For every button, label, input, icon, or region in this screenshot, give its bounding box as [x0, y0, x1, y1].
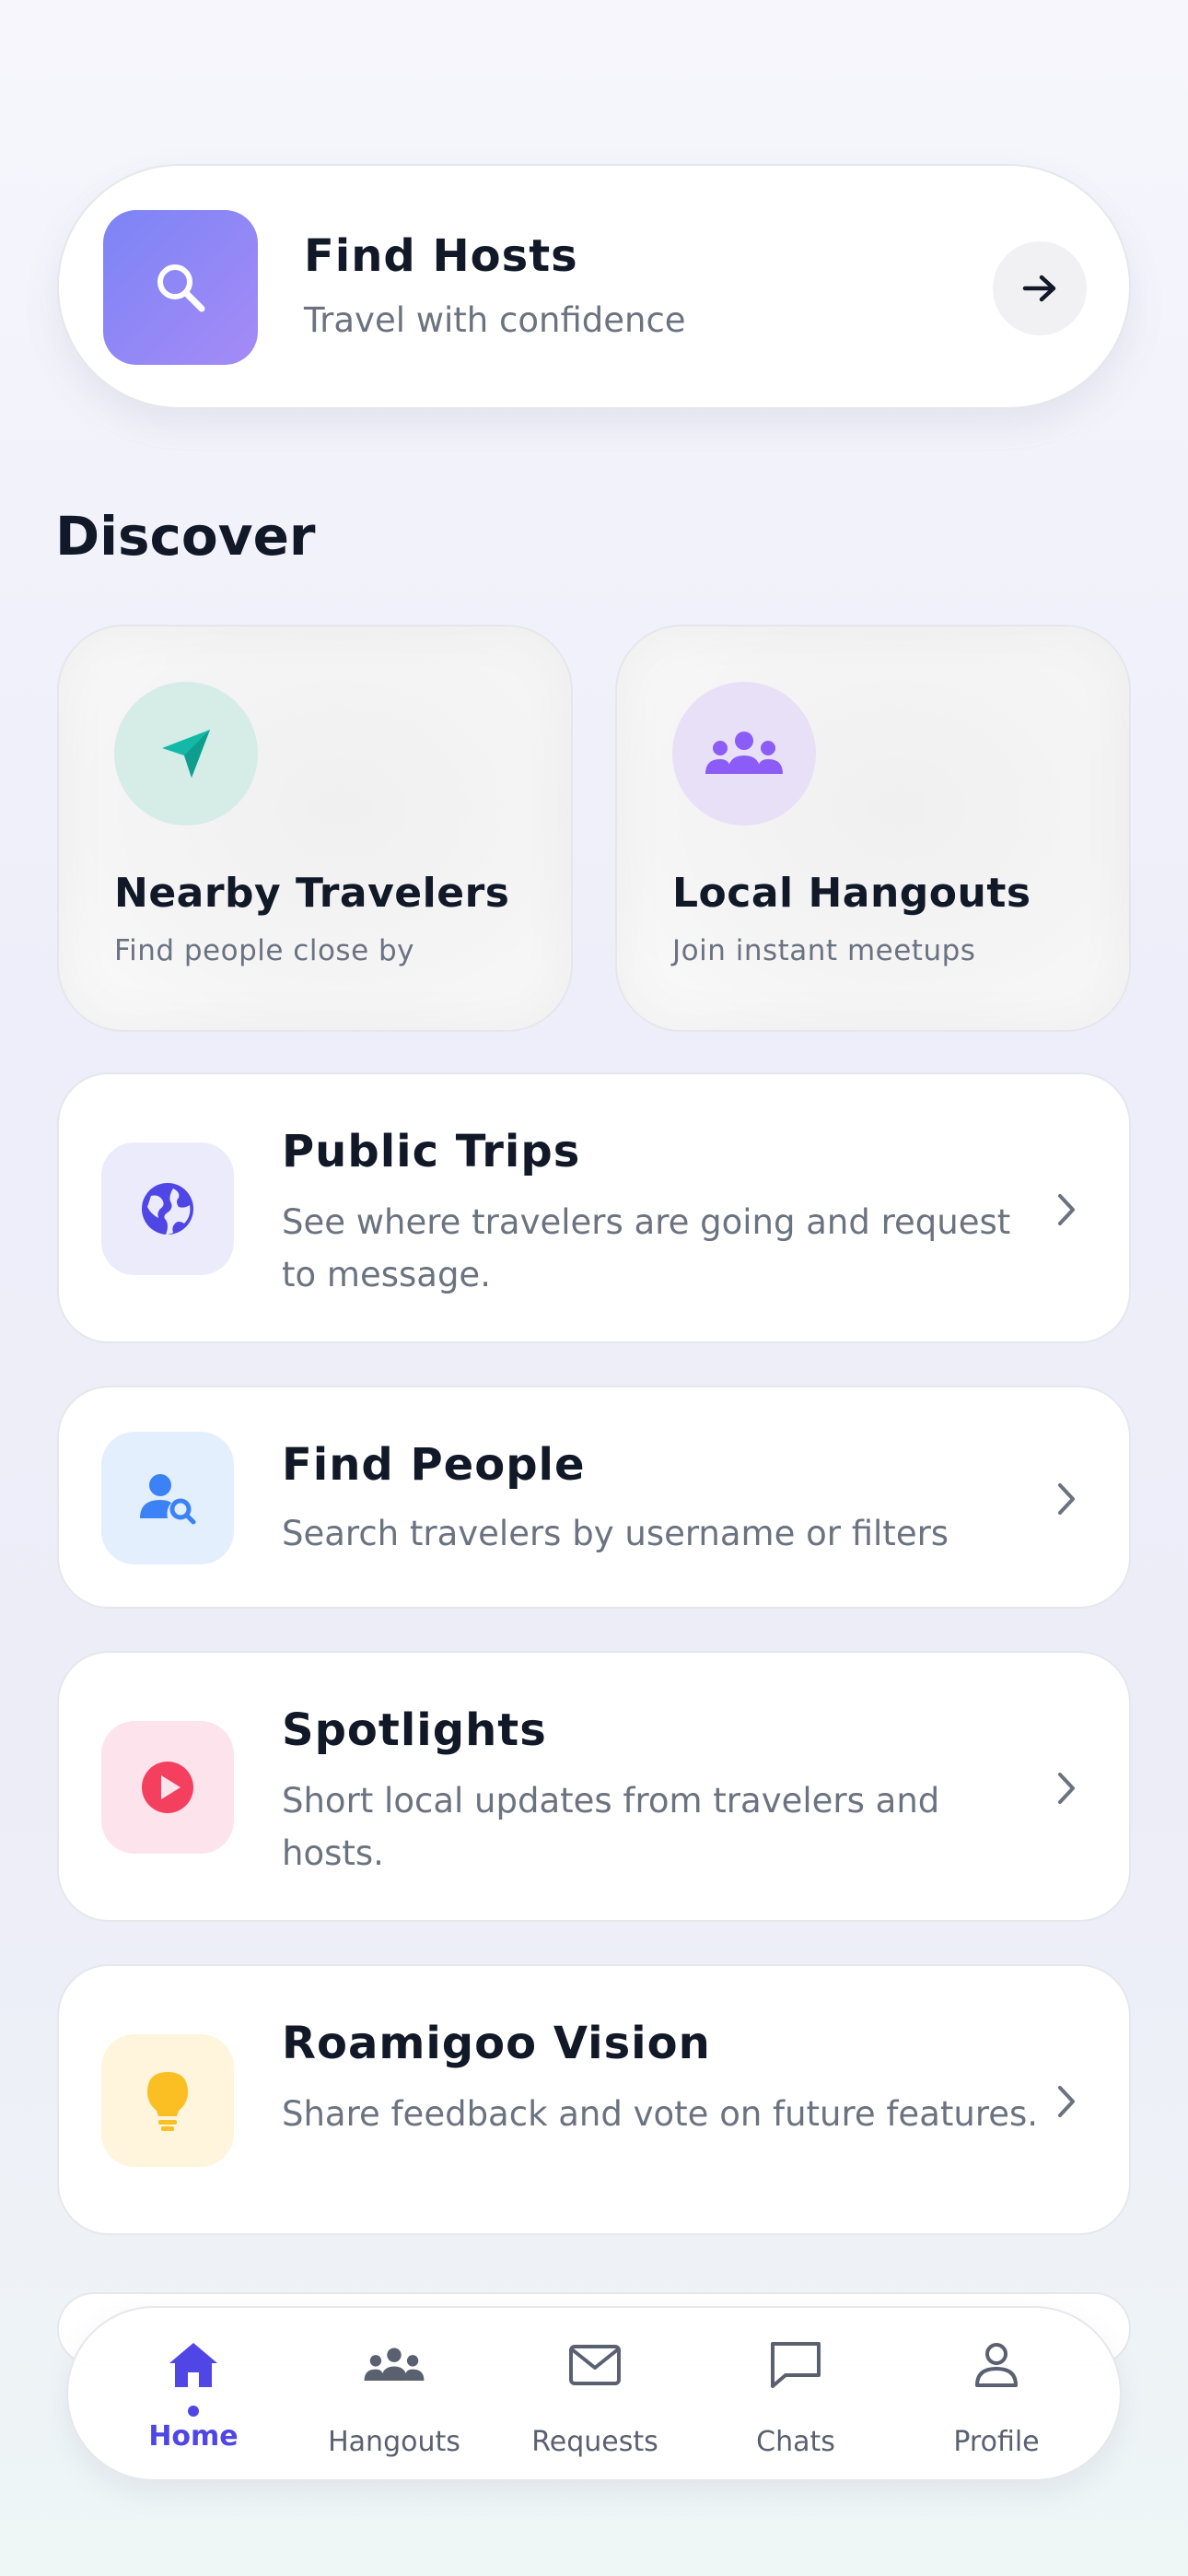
find-hosts-title: Find Hosts: [304, 230, 578, 282]
roamigoo-vision-card[interactable]: Roamigoo Vision Share feedback and vote …: [57, 1964, 1131, 2235]
mail-icon: [495, 2336, 695, 2395]
nav-label: Requests: [531, 2426, 658, 2458]
active-indicator: [188, 2406, 199, 2417]
lightbulb-icon: [101, 2034, 234, 2167]
find-people-card[interactable]: Find People Search travelers by username…: [57, 1386, 1131, 1609]
globe-icon: [101, 1142, 234, 1275]
card-description: Search travelers by username or filters: [282, 1514, 949, 1553]
tile-subtitle: Join instant meetups: [672, 934, 976, 967]
chat-icon: [695, 2336, 896, 2395]
chevron-right-icon: [1048, 1191, 1085, 1228]
user-icon: [896, 2336, 1097, 2395]
search-icon: [103, 210, 258, 365]
nav-item-chats[interactable]: Chats: [695, 2308, 896, 2483]
tile-subtitle: Find people close by: [114, 934, 415, 967]
nav-label: Home: [148, 2420, 239, 2453]
card-title: Find People: [282, 1439, 586, 1491]
card-description: Short local updates from travelers and h…: [282, 1781, 940, 1873]
nav-item-requests[interactable]: Requests: [495, 2308, 695, 2483]
spotlights-card[interactable]: Spotlights Short local updates from trav…: [57, 1651, 1131, 1922]
nav-item-hangouts[interactable]: Hangouts: [294, 2308, 495, 2483]
chevron-right-icon: [1048, 1481, 1085, 1517]
card-title: Public Trips: [282, 1126, 581, 1177]
tile-title: Nearby Travelers: [114, 870, 510, 917]
chevron-right-icon: [1048, 1770, 1085, 1807]
group-icon: [672, 682, 816, 825]
nav-label: Hangouts: [328, 2426, 460, 2458]
card-title: Spotlights: [282, 1704, 547, 1756]
nearby-travelers-tile[interactable]: Nearby Travelers Find people close by: [57, 625, 573, 1032]
nav-item-home[interactable]: Home: [93, 2308, 294, 2483]
card-description: See where travelers are going and reques…: [282, 1202, 1011, 1294]
user-search-icon: [101, 1432, 234, 1564]
home-icon: [93, 2336, 294, 2395]
nav-label: Chats: [756, 2426, 835, 2458]
arrow-right-icon[interactable]: [993, 241, 1087, 335]
public-trips-card[interactable]: Public Trips See where travelers are goi…: [57, 1072, 1131, 1343]
bottom-nav: Home Hangouts Requests Chats Profile: [66, 2306, 1122, 2481]
chevron-right-icon: [1048, 2083, 1085, 2120]
section-title-discover: Discover: [55, 505, 316, 568]
local-hangouts-tile[interactable]: Local Hangouts Join instant meetups: [615, 625, 1131, 1032]
navigation-arrow-icon: [114, 682, 258, 825]
group-icon: [294, 2336, 495, 2395]
play-icon: [101, 1721, 234, 1854]
find-hosts-card[interactable]: Find Hosts Travel with confidence: [57, 164, 1131, 409]
find-hosts-subtitle: Travel with confidence: [304, 300, 686, 340]
nav-item-profile[interactable]: Profile: [896, 2308, 1097, 2483]
card-description: Share feedback and vote on future featur…: [282, 2094, 1039, 2134]
tile-title: Local Hangouts: [672, 870, 1031, 917]
card-title: Roamigoo Vision: [282, 2018, 711, 2069]
nav-label: Profile: [953, 2426, 1040, 2458]
